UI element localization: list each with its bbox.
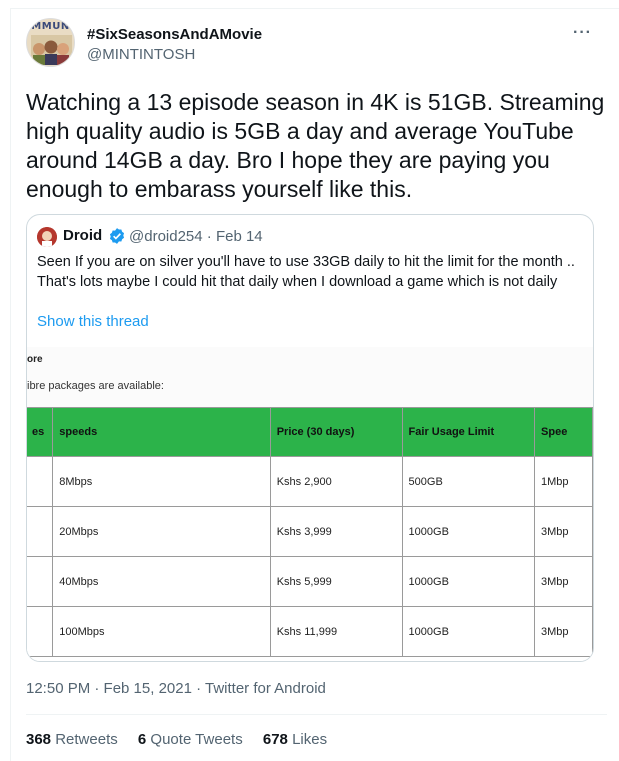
show-thread-link[interactable]: Show this thread [37,313,149,330]
quoted-tweet[interactable]: Droid @droid254 · Feb 14 Seen If you are… [26,214,594,662]
table-cell: 20Mbps [52,506,271,557]
retweets-stat[interactable]: 368 Retweets [26,731,118,748]
table-cell: 3Mbp [534,606,593,657]
quote-tweets-label: Quote Tweets [150,731,243,748]
table-cell [27,556,54,607]
table-header-row: es speeds Price (30 days) Fair Usage Lim… [27,407,593,457]
table-header-cell: Spee [534,407,593,457]
avatar-faces-image [31,35,72,65]
tweet-top-border [10,8,619,9]
tweet-timestamp[interactable]: 12:50 PM · Feb 15, 2021 · Twitter for An… [26,680,326,697]
retweets-count: 368 [26,731,52,748]
table-header-cell: Fair Usage Limit [401,407,536,457]
tweet-text: Watching a 13 episode season in 4K is 51… [26,89,605,202]
image-header-band [27,347,593,407]
table-cell: Kshs 11,999 [269,606,403,657]
author-handle[interactable]: @MINTINTOSH [87,46,195,63]
table-cell: 1000GB [401,606,536,657]
retweets-label: Retweets [55,731,118,748]
table-row: 40Mbps Kshs 5,999 1000GB 3Mbp [27,556,593,607]
table-cell: 100Mbps [52,606,271,657]
table-cell: Kshs 3,999 [269,506,403,557]
image-subheading-fragment: ibre packages are available: [27,380,164,392]
author-display-name[interactable]: #SixSeasonsAndAMovie [87,26,262,43]
image-heading-fragment: ore [27,354,43,365]
quoted-image[interactable]: ore ibre packages are available: es spee… [27,347,593,661]
table-cell: 3Mbp [534,506,593,557]
table-cell [27,606,54,657]
quote-tweets-count: 6 [137,731,147,748]
table-cell: 3Mbp [534,556,593,607]
table-cell: 1000GB [401,556,536,607]
quoted-display-name: Droid [63,227,103,244]
table-row: 8Mbps Kshs 2,900 500GB 1Mbp [27,456,593,507]
table-header-cell: speeds [52,407,271,457]
tweet-stats: 368 Retweets 6 Quote Tweets 678 Likes [26,731,327,748]
table-row: 20Mbps Kshs 3,999 1000GB 3Mbp [27,506,593,557]
likes-count: 678 [262,731,288,748]
table-cell: 40Mbps [52,556,271,607]
table-cell: Kshs 5,999 [269,556,403,607]
table-cell [27,456,54,507]
table-row: 100Mbps Kshs 11,999 1000GB 3Mbp [27,606,593,657]
quoted-avatar-image [37,227,57,247]
more-dots-icon[interactable]: ··· [573,24,592,42]
table-cell: 1Mbp [534,456,593,507]
verified-badge-icon [109,228,125,244]
quoted-text: Seen If you are on silver you'll have to… [37,254,575,290]
table-cell: 1000GB [401,506,536,557]
likes-label: Likes [292,731,328,748]
table-cell: 500GB [401,456,536,507]
avatar-brand-text: MMUN [31,21,70,32]
packages-table: es speeds Price (30 days) Fair Usage Lim… [27,407,593,657]
table-cell: Kshs 2,900 [269,456,403,507]
author-avatar[interactable]: MMUN [26,18,75,67]
table-header-cell: Price (30 days) [269,407,403,457]
tweet-left-border [10,8,11,761]
table-cell: 8Mbps [52,456,271,507]
quoted-avatar [37,227,57,247]
quoted-handle-date: @droid254 · Feb 14 [129,228,263,245]
stats-divider [26,714,607,715]
likes-stat[interactable]: 678 Likes [263,731,327,748]
table-cell [27,506,54,557]
table-header-cell: es [27,407,54,457]
quote-tweets-stat[interactable]: 6 Quote Tweets [138,731,243,748]
